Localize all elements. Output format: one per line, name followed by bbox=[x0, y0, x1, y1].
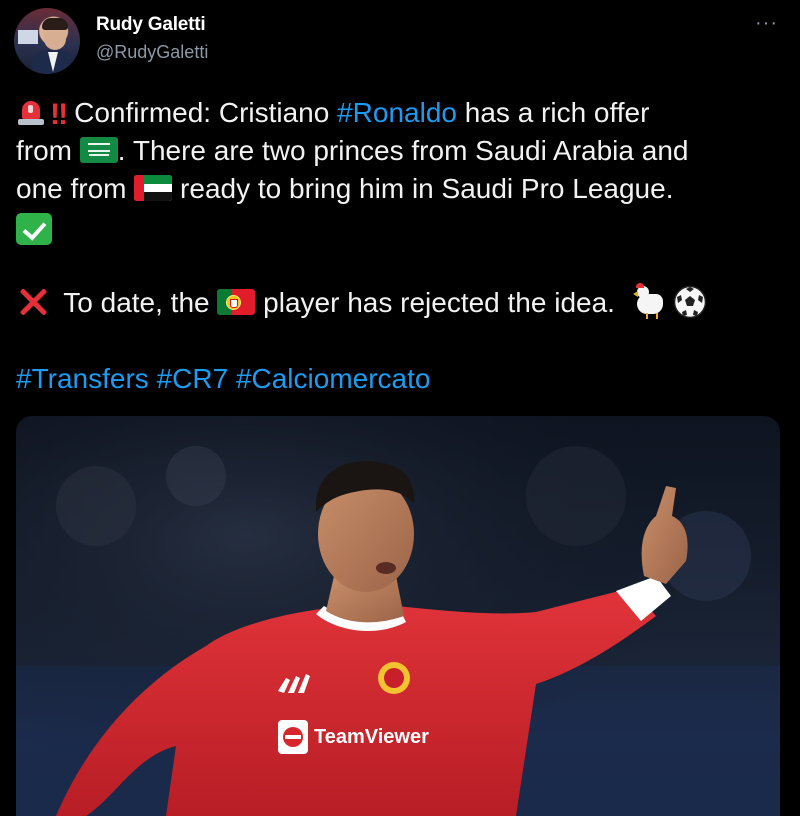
sponsor-text: TeamViewer bbox=[314, 726, 429, 748]
tweet-media-photo[interactable]: TeamViewer bbox=[16, 416, 780, 816]
chicken-icon bbox=[632, 282, 669, 320]
police-light-icon bbox=[16, 97, 46, 127]
saudi-arabia-flag-icon bbox=[79, 136, 118, 163]
tweet-card: Rudy Galetti @RudyGaletti ··· ‼ Confirmed… bbox=[0, 0, 800, 816]
hashtag-calciomercato-link[interactable]: #Calciomercato bbox=[236, 363, 431, 394]
hashtag-transfers-link[interactable]: #Transfers bbox=[16, 363, 149, 394]
uae-flag-icon bbox=[134, 174, 173, 201]
tweet-text: ‼ Confirmed: Cristiano #Ronaldo has a ric… bbox=[16, 94, 786, 398]
tweet-line-5: To date, the player has rejected the ide… bbox=[16, 282, 786, 322]
photo-illustration: TeamViewer bbox=[16, 416, 780, 816]
avatar-channel-logo bbox=[18, 30, 38, 44]
soccer-ball-icon bbox=[673, 285, 707, 319]
avatar[interactable] bbox=[14, 8, 80, 74]
hashtag-cr7-link[interactable]: #CR7 bbox=[157, 363, 229, 394]
portugal-flag-icon bbox=[217, 288, 256, 315]
tweet-line-4 bbox=[16, 208, 786, 246]
tweet-hashtags: #Transfers #CR7 #Calciomercato bbox=[16, 360, 786, 398]
double-exclamation-icon: ‼ bbox=[50, 97, 68, 131]
tweet-line-2: from . There are two princes from Saudi … bbox=[16, 135, 689, 166]
author-handle[interactable]: @RudyGaletti bbox=[96, 42, 208, 63]
check-mark-button-icon bbox=[16, 212, 52, 245]
author-display-name[interactable]: Rudy Galetti bbox=[96, 14, 206, 36]
more-horizontal-icon[interactable]: ··· bbox=[755, 12, 778, 35]
cross-mark-icon bbox=[16, 285, 50, 319]
hashtag-ronaldo-link[interactable]: #Ronaldo bbox=[337, 97, 457, 128]
tweet-line-1: ‼ Confirmed: Cristiano #Ronaldo has a ric… bbox=[16, 94, 786, 132]
tweet-line-3: one from ready to bring him in Saudi Pro… bbox=[16, 173, 674, 204]
